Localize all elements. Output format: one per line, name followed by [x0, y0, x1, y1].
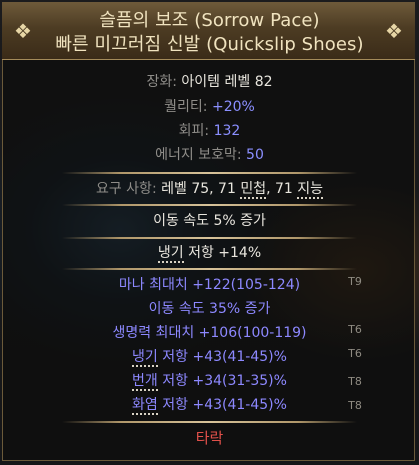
resist-rest: 저항 +43(41-45)% [157, 397, 287, 413]
resist-keyword: 번개 [132, 373, 158, 391]
req-int-value: 71 [274, 181, 298, 197]
separator [62, 237, 357, 239]
quality-label: 퀄리티: [164, 99, 212, 115]
separator [62, 204, 357, 206]
implicit-mod: 냉기 저항 +14% [0, 244, 419, 263]
explicit-mod: 이동 속도 35% 증가 [148, 301, 271, 317]
item-level: 아이템 레벨 82 [181, 74, 273, 90]
requirements-label: 요구 사항: [95, 181, 162, 197]
req-dex-label: 민첩 [240, 181, 267, 199]
resist-keyword: 냉기 [132, 349, 158, 367]
req-int-label: 지능 [297, 181, 324, 199]
implicit-rest: 저항 +14% [183, 245, 262, 261]
evasion-line: 회피: 132 [0, 122, 419, 140]
separator [62, 421, 357, 423]
tier-badge: T8 [348, 375, 362, 388]
enchant-mod: 이동 속도 5% 증가 [153, 213, 266, 229]
req-dex-value: 71 [218, 181, 241, 197]
requirements-line: 요구 사항: 레벨 75, 71 민첩, 71 지능 [95, 181, 324, 199]
energy-shield-value: 50 [246, 147, 264, 163]
resist-rest: 저항 +43(41-45)% [157, 349, 287, 365]
tier-badge: T9 [348, 275, 362, 288]
tier-badge: T6 [348, 323, 362, 336]
tier-badge: T6 [348, 347, 362, 360]
quality-value: +20% [211, 99, 255, 115]
quality-line: 퀄리티: +20% [0, 98, 419, 116]
separator [62, 268, 357, 270]
energy-shield-line: 에너지 보호막: 50 [0, 146, 419, 164]
corrupted-label: 타락 [195, 429, 224, 447]
req-level: 레벨 75, [161, 181, 219, 197]
energy-shield-label: 에너지 보호막: [155, 147, 247, 163]
tier-badge: T8 [348, 399, 362, 412]
item-base-type: 빠른 미끄러짐 신발 (Quickslip Shoes) [55, 34, 364, 55]
item-name: 슬픔의 보조 (Sorrow Pace) [99, 10, 320, 31]
evasion-value: 132 [213, 123, 241, 139]
evasion-label: 회피: [178, 123, 214, 139]
item-class-level: 장화: 아이템 레벨 82 [0, 73, 419, 91]
separator [62, 172, 357, 174]
resist-rest: 저항 +34(31-35)% [157, 373, 287, 389]
slot-label: 장화: [146, 74, 182, 90]
implicit-keyword: 냉기 [157, 245, 184, 263]
resist-keyword: 화염 [132, 397, 158, 415]
item-tooltip [2, 2, 415, 461]
